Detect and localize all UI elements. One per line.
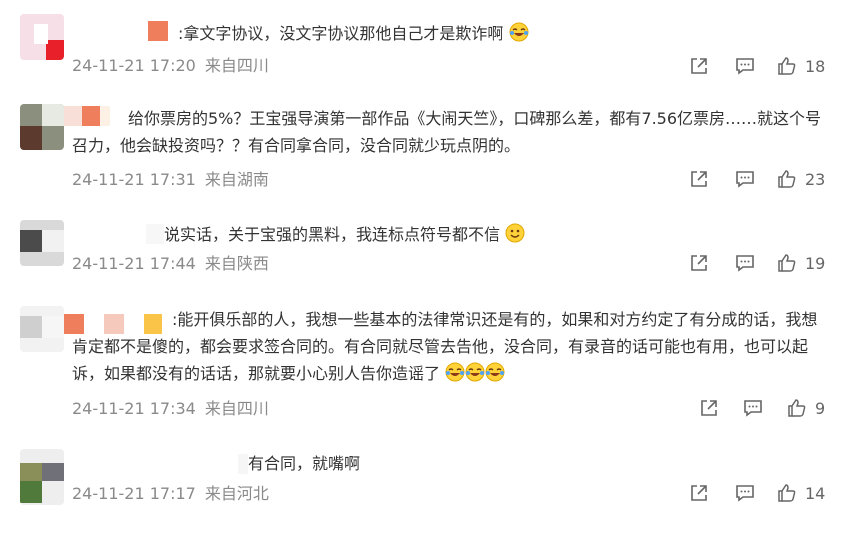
avatar[interactable]: [20, 14, 64, 60]
comment-actions: 23: [688, 168, 828, 192]
comment-meta: 24-11-21 17:31 来自湖南: [72, 170, 269, 190]
comment-actions: 18: [688, 55, 828, 79]
username-mosaic[interactable]: [148, 21, 168, 41]
like-count: 18: [805, 57, 826, 76]
comment-date: 24-11-21 17:34: [72, 399, 196, 418]
comment-meta: 24-11-21 17:44 来自陕西: [72, 254, 269, 274]
comment-date: 24-11-21 17:31: [72, 170, 196, 189]
thumbs-up-icon[interactable]: [776, 55, 800, 79]
comment-date: 24-11-21 17:17: [72, 484, 196, 503]
laugh-cry-emoji: [485, 362, 505, 382]
comment-text: 有合同，就嘴啊: [248, 450, 847, 477]
comment-icon[interactable]: [742, 397, 766, 421]
comment-icon[interactable]: [734, 55, 758, 79]
comment-date: 24-11-21 17:20: [72, 56, 196, 75]
like-count: 14: [805, 484, 826, 503]
comment-location: 来自陕西: [204, 254, 269, 273]
comment-meta: 24-11-21 17:34 来自四川: [72, 399, 269, 419]
comment-meta: 24-11-21 17:17 来自河北: [72, 484, 269, 504]
comment-text: 给你票房的5%？王宝强导演第一部作品《大闹天竺》，口碑那么差，都有7.56亿票房…: [72, 105, 832, 159]
comment-text: :拿文字协议，没文字协议那他自己才是欺诈啊: [178, 20, 847, 47]
comment-text-body: 给你票房的5%？王宝强导演第一部作品《大闹天竺》，口碑那么差，都有7.56亿票房…: [72, 109, 822, 155]
share-icon[interactable]: [688, 252, 712, 276]
avatar[interactable]: [20, 104, 64, 150]
thumbs-up-icon[interactable]: [776, 252, 800, 276]
share-icon[interactable]: [688, 55, 712, 79]
like-count: 9: [815, 399, 826, 418]
avatar[interactable]: [20, 449, 64, 505]
like-count: 19: [805, 254, 826, 273]
comment-actions: 19: [688, 252, 828, 276]
thumbs-up-icon[interactable]: [786, 397, 810, 421]
comment-meta: 24-11-21 17:20 来自四川: [72, 56, 269, 76]
comment-text-body: 有合同，就嘴啊: [248, 454, 361, 473]
comment-text-body: :拿文字协议，没文字协议那他自己才是欺诈啊: [178, 24, 504, 43]
smile-emoji: [505, 223, 525, 243]
laugh-cry-emoji: [509, 22, 528, 42]
comment-location: 来自湖南: [204, 170, 269, 189]
comment-icon[interactable]: [734, 482, 758, 506]
share-icon[interactable]: [688, 168, 712, 192]
username-mosaic[interactable]: [238, 454, 248, 474]
comment-date: 24-11-21 17:44: [72, 254, 196, 273]
comment-location: 来自四川: [204, 56, 269, 75]
like-count: 23: [805, 170, 826, 189]
comment-icon[interactable]: [734, 168, 758, 192]
comment-text: :能开俱乐部的人，我想一些基本的法律常识还是有的，如果和对方约定了有分成的话，我…: [72, 306, 832, 387]
comment-actions: 14: [688, 482, 828, 506]
laugh-cry-emoji: [445, 362, 465, 382]
share-icon[interactable]: [688, 482, 712, 506]
comment-text: 说实话，关于宝强的黑料，我连标点符号都不信: [164, 221, 847, 248]
username-mosaic[interactable]: [146, 224, 164, 244]
comment-icon[interactable]: [734, 252, 758, 276]
avatar[interactable]: [20, 220, 64, 266]
comment-location: 来自四川: [204, 399, 269, 418]
comment-text-body: 说实话，关于宝强的黑料，我连标点符号都不信: [164, 225, 501, 244]
comment-location: 来自河北: [204, 484, 269, 503]
avatar[interactable]: [20, 306, 64, 352]
share-icon[interactable]: [698, 397, 722, 421]
comment-actions: 9: [698, 397, 838, 421]
thumbs-up-icon[interactable]: [776, 168, 800, 192]
laugh-cry-emoji: [465, 362, 485, 382]
thumbs-up-icon[interactable]: [776, 482, 800, 506]
